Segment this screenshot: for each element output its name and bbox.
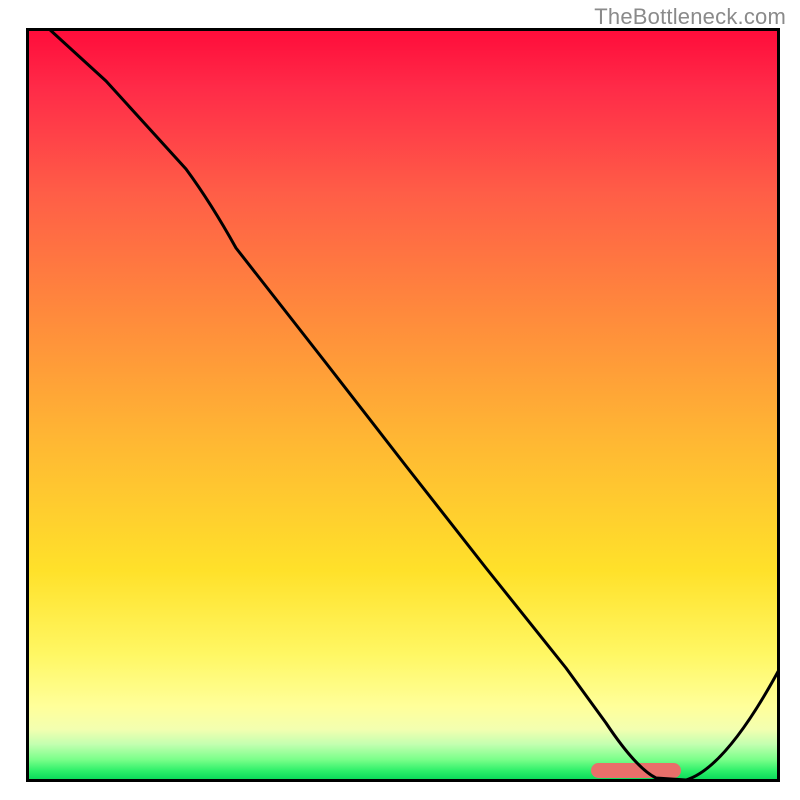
gradient-background [26,28,780,782]
watermark-text: TheBottleneck.com [594,4,786,30]
bottleneck-chart [26,28,780,782]
chart-svg [26,28,780,782]
optimal-marker [591,763,681,778]
